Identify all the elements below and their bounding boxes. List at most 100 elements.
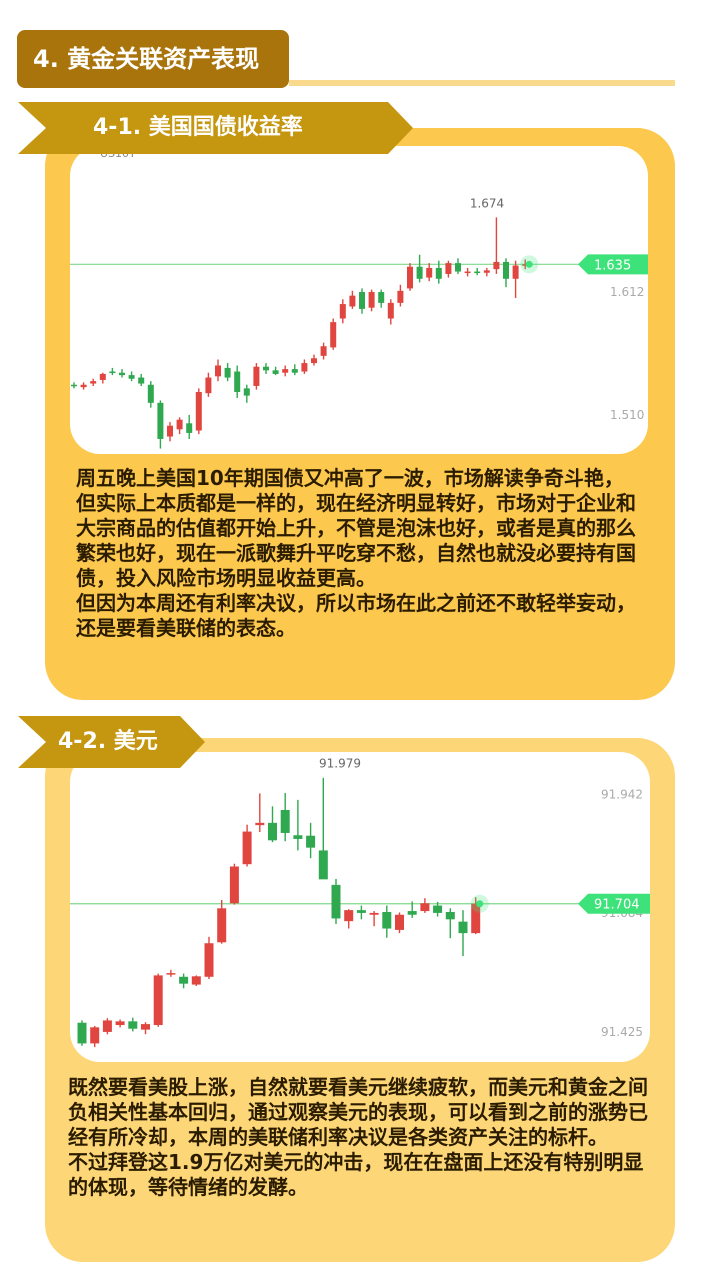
- chart2-candle: [293, 799, 303, 851]
- usd-paragraphs: 既然要看美股上涨，自然就要看美元继续疲软，而美元和黄金之间负相关性基本回归，通过…: [68, 1075, 650, 1200]
- chart2-candle: [153, 973, 163, 1027]
- chart2-candle: [445, 908, 455, 939]
- chart2-y-tick-label: 91.425: [601, 1025, 643, 1039]
- chart1-candle: [368, 289, 375, 312]
- chart1-candle: [493, 217, 500, 274]
- chart1-candle: [311, 354, 317, 366]
- chart2-candle: [255, 793, 265, 833]
- chart1-candle: [90, 378, 97, 386]
- chart1-candle: [263, 363, 269, 374]
- chart1-candle: [71, 382, 77, 389]
- usd-candlestick-chart: 91.94291.68491.42591.97991.704: [70, 756, 650, 1048]
- chart1-candle: [291, 364, 298, 376]
- chart1-candle: [109, 367, 116, 376]
- chart1-candle: [80, 382, 87, 390]
- chart2-candle: [420, 898, 430, 913]
- sub1-title: 4-1. 美国国债收益率: [93, 115, 303, 140]
- chart2-candle: [191, 975, 201, 986]
- chart2-candle: [229, 863, 239, 905]
- chart2-high-label: 91.979: [319, 756, 361, 770]
- chart1-candle: [503, 258, 509, 288]
- usd-paragraph-1: 既然要看美股上涨，自然就要看美元继续疲软，而美元和黄金之间负相关性基本回归，通过…: [68, 1075, 648, 1149]
- chart1-candle: [474, 267, 481, 276]
- treasury-chart-panel: US10Y 1.5101.6121.6741.635: [70, 146, 648, 454]
- chart1-candle: [243, 384, 250, 403]
- sub2-title: 4-2. 美元: [58, 729, 158, 754]
- chart2-candle: [115, 1019, 125, 1028]
- sub1-banner: 4-1. 美国国债收益率: [18, 102, 413, 154]
- chart2-price-tag-text: 91.704: [594, 898, 640, 913]
- chart1-candle: [282, 365, 289, 377]
- chart1-candle: [445, 260, 452, 278]
- chart2-candle: [90, 1025, 100, 1048]
- treasury-candlestick-chart: US10Y 1.5101.6121.6741.635: [70, 147, 648, 449]
- chart2-latest-dot: [476, 900, 484, 908]
- chart2-candle: [458, 910, 468, 957]
- chart2-candle: [268, 806, 277, 843]
- chart1-candle: [167, 422, 173, 442]
- chart1-candle: [359, 288, 365, 314]
- chart2-candle: [280, 792, 290, 842]
- chart1-candle: [205, 372, 212, 397]
- treasury-paragraph-1: 周五晚上美国10年期国债又冲高了一波，市场解读争奇斗艳，但实际上本质都是一样的，…: [76, 466, 636, 590]
- chart1-y-tick-label: 1.612: [610, 285, 644, 299]
- chart2-candle: [344, 909, 354, 929]
- chart2-candle: [306, 822, 316, 859]
- chart1-candle: [330, 318, 337, 350]
- chart1-candle: [186, 414, 193, 439]
- chart1-candle: [320, 342, 327, 360]
- chart1-latest-dot: [525, 260, 533, 268]
- chart2-candle: [217, 900, 227, 944]
- chart2-candle: [242, 824, 252, 867]
- chart2-candle: [204, 936, 214, 980]
- chart1-candle: [99, 372, 106, 384]
- chart1-candle: [512, 260, 519, 299]
- treasury-paragraph-2: 但因为本周还有利率决议，所以市场在此之前还不敢轻举妄动，还是要看美联储的表态。: [76, 591, 636, 640]
- chart2-candle: [369, 911, 379, 927]
- chart1-candle: [157, 400, 164, 449]
- chart2-candle: [166, 969, 176, 977]
- chart1-candle: [147, 381, 154, 408]
- chart2-candle: [331, 878, 341, 924]
- chart1-candle: [253, 363, 260, 390]
- chart1-candle: [128, 371, 135, 382]
- chart1-candle: [301, 359, 308, 374]
- chart1-candle: [464, 267, 471, 277]
- chart1-candle: [195, 388, 202, 435]
- chart2-candle: [318, 777, 328, 880]
- chart2-candle: [395, 912, 404, 934]
- chart1-candle: [119, 369, 125, 378]
- chart2-y-tick-label: 91.942: [601, 787, 643, 801]
- chart2-candle: [141, 1022, 150, 1035]
- treasury-paragraphs: 周五晚上美国10年期国债又冲高了一波，市场解读争奇斗艳，但实际上本质都是一样的，…: [76, 466, 642, 641]
- chart2-candle: [102, 1018, 112, 1035]
- chart1-candle: [215, 359, 221, 382]
- chart1-y-tick-label: 1.510: [610, 408, 644, 422]
- chart1-candle: [272, 366, 279, 376]
- chart1-candle: [378, 289, 385, 308]
- sub2-banner: 4-2. 美元: [18, 716, 205, 768]
- chart1-candle: [397, 284, 404, 307]
- chart1-candle: [138, 373, 145, 386]
- usd-paragraph-2: 不过拜登这1.9万亿对美元的冲击，现在在盘面上还没有特别明显的体现，等待情绪的发…: [68, 1150, 644, 1199]
- chart1-candle: [224, 363, 231, 382]
- chart1-candle: [455, 258, 461, 274]
- chart1-candle: [426, 263, 433, 282]
- chart1-high-label: 1.674: [470, 196, 504, 210]
- section-title: 4. 黄金关联资产表现: [17, 30, 289, 88]
- chart2-candle: [356, 905, 366, 920]
- usd-chart-panel: 91.94291.68491.42591.97991.704: [70, 752, 650, 1062]
- chart1-candle: [349, 290, 356, 309]
- chart1-candle: [416, 254, 423, 283]
- chart2-candle: [179, 973, 189, 989]
- chart2-candle: [382, 905, 392, 938]
- chart1-candle: [387, 299, 394, 325]
- chart1-price-tag-text: 1.635: [594, 258, 631, 273]
- chart2-candle: [77, 1020, 87, 1046]
- section-divider: [289, 80, 675, 86]
- chart1-candle: [483, 267, 490, 277]
- chart1-candle: [234, 365, 241, 399]
- chart1-candle: [176, 417, 183, 435]
- chart2-candle: [128, 1017, 138, 1032]
- chart1-candle: [407, 263, 413, 291]
